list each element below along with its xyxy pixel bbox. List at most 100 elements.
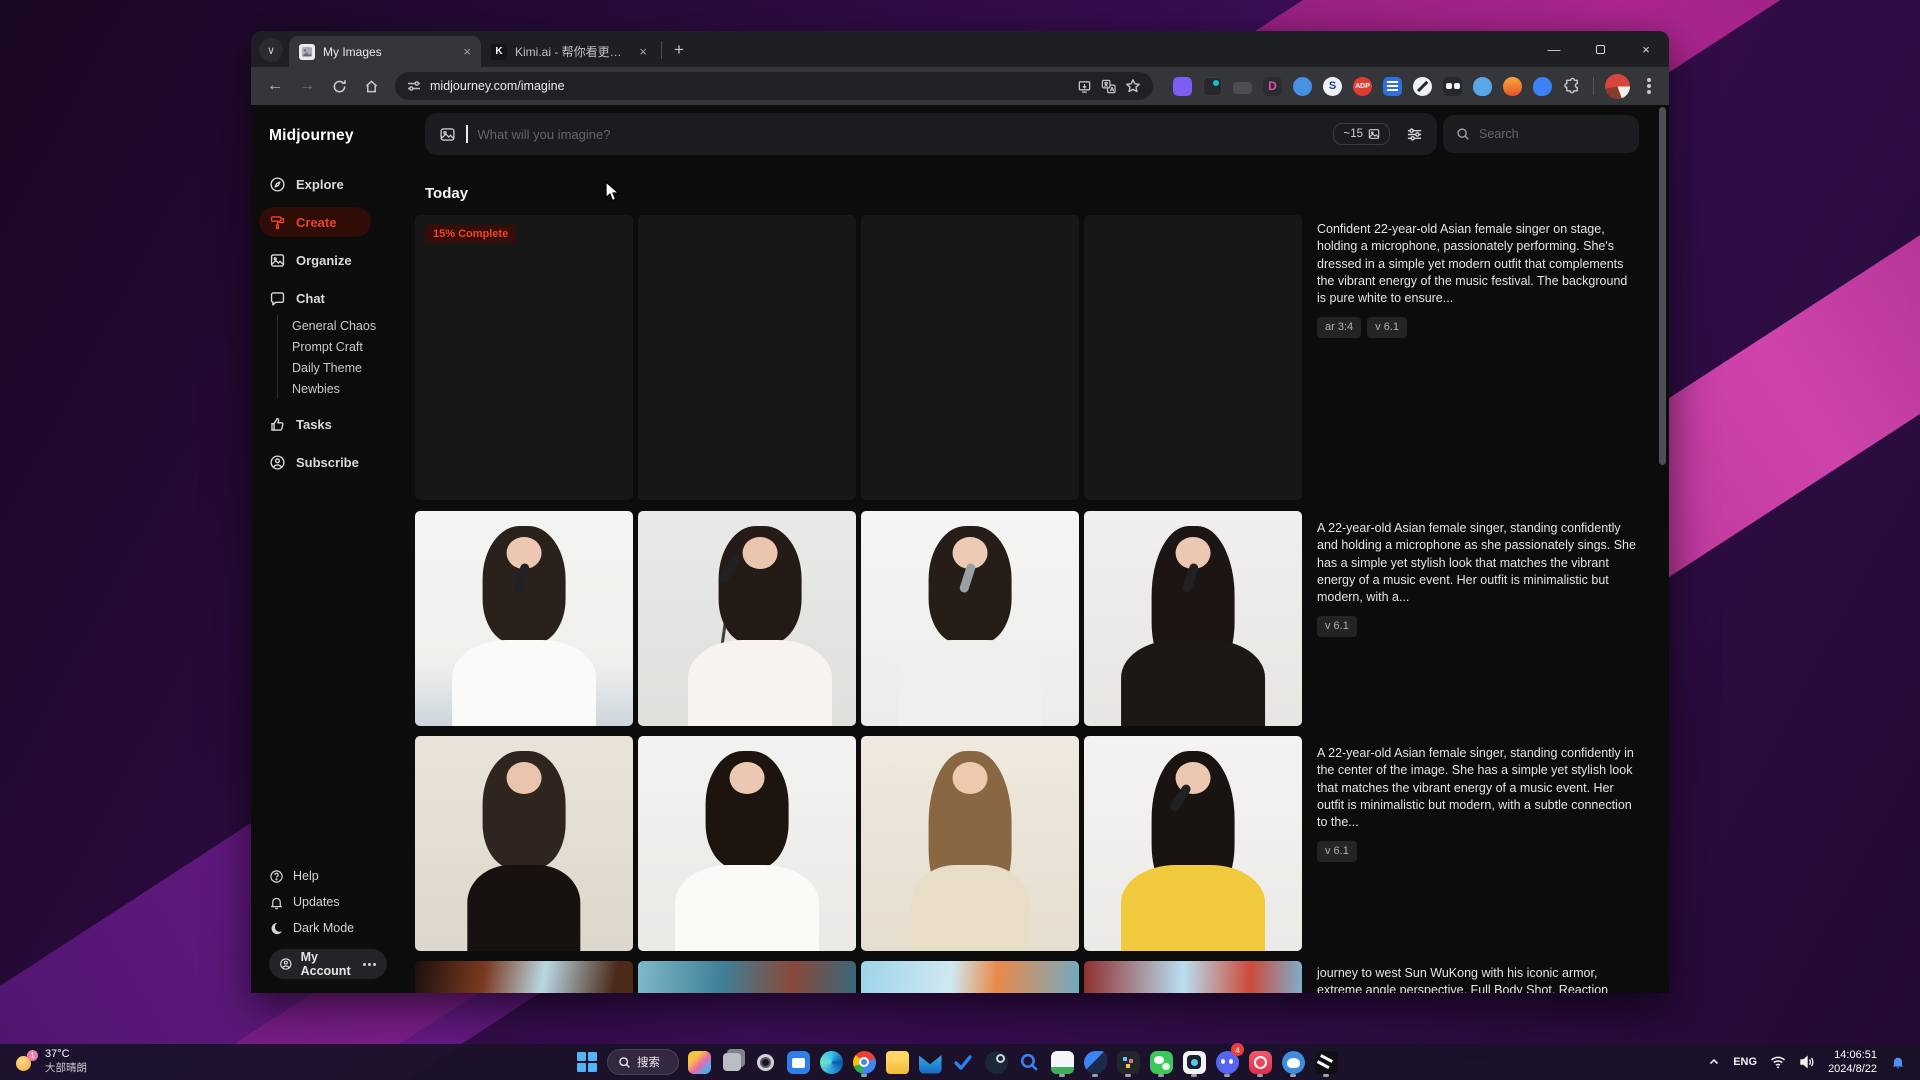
generated-image[interactable] [1084, 736, 1302, 951]
site-settings-icon[interactable] [407, 79, 421, 93]
sidebar-item-dark-mode[interactable]: Dark Mode [269, 915, 415, 941]
tab-my-images[interactable]: My Images × [289, 36, 481, 67]
my-account-button[interactable]: My Account [269, 949, 387, 979]
mail-app-icon[interactable] [917, 1047, 943, 1077]
tab-kimi[interactable]: K Kimi.ai - 帮你看更大的世界 × [481, 36, 657, 67]
chrome-app-icon[interactable] [851, 1047, 877, 1077]
sidebar-item-help[interactable]: Help [269, 863, 415, 889]
extension-icon-8[interactable] [1383, 76, 1402, 96]
todo-app-icon[interactable] [950, 1047, 976, 1077]
generated-image[interactable] [415, 511, 633, 726]
generated-image[interactable] [638, 736, 856, 951]
translate-icon[interactable] [1101, 79, 1116, 94]
extension-icon-5[interactable] [1293, 76, 1312, 96]
scrollbar-thumb[interactable] [1659, 107, 1666, 465]
music-app-icon[interactable] [1247, 1047, 1273, 1077]
profile-avatar[interactable] [1605, 73, 1630, 99]
sidebar-item-organize[interactable]: Organize [269, 245, 415, 275]
chat-channel-newbies[interactable]: Newbies [292, 378, 415, 399]
taskbar-weather-widget[interactable]: 1 37°C 大部晴朗 [14, 1048, 87, 1076]
v2ray-app-icon[interactable] [1082, 1047, 1108, 1077]
pixel-app-icon[interactable] [1115, 1047, 1141, 1077]
job-prompt-1[interactable]: Confident 22-year-old Asian female singe… [1317, 221, 1639, 339]
microsoft-store-icon[interactable] [785, 1047, 811, 1077]
edge-app-icon[interactable] [818, 1047, 844, 1077]
settings-app-icon[interactable] [752, 1047, 778, 1077]
steam-app-icon[interactable] [983, 1047, 1009, 1077]
minimize-button[interactable]: — [1531, 31, 1577, 67]
wechat-app-icon[interactable] [1148, 1047, 1174, 1077]
generated-image[interactable] [638, 961, 856, 993]
prompt-input[interactable]: What will you imagine? ~15 [425, 113, 1437, 155]
generating-image-placeholder[interactable] [1084, 215, 1302, 500]
extension-icon-11[interactable] [1473, 76, 1492, 96]
extension-icon-12[interactable] [1503, 76, 1522, 96]
notification-bell-icon[interactable] [1890, 1054, 1906, 1070]
extension-icon-6[interactable]: S [1323, 76, 1342, 96]
tray-expand-icon[interactable] [1708, 1056, 1720, 1068]
address-bar[interactable]: midjourney.com/imagine [395, 72, 1153, 100]
page-scrollbar[interactable] [1658, 105, 1667, 993]
tab-close-icon[interactable]: × [639, 44, 647, 59]
generated-image[interactable] [1084, 961, 1302, 993]
generated-image[interactable] [1084, 511, 1302, 726]
clash-app-icon[interactable] [1280, 1047, 1306, 1077]
image-prompt-icon[interactable] [439, 126, 456, 143]
task-view-icon[interactable] [719, 1047, 745, 1077]
job-prompt-3[interactable]: A 22-year-old Asian female singer, stand… [1317, 745, 1639, 863]
sidebar-item-subscribe[interactable]: Subscribe [269, 447, 415, 477]
generated-image[interactable] [638, 511, 856, 726]
taskbar-clock[interactable]: 14:06:51 2024/8/22 [1828, 1048, 1877, 1077]
tag-version[interactable]: v 6.1 [1367, 317, 1407, 339]
generated-image[interactable] [861, 511, 1079, 726]
job-prompt-4[interactable]: journey to west Sun WuKong with his icon… [1317, 965, 1639, 993]
extension-icon-7[interactable]: ADP [1353, 76, 1372, 96]
sidebar-item-create[interactable]: Create [259, 207, 371, 237]
tag-version[interactable]: v 6.1 [1317, 841, 1357, 863]
everything-search-icon[interactable] [1016, 1047, 1042, 1077]
start-button[interactable] [574, 1047, 600, 1077]
volume-icon[interactable] [1799, 1055, 1815, 1069]
bookmark-star-icon[interactable] [1125, 78, 1141, 94]
extension-icon-3[interactable] [1233, 81, 1252, 94]
back-icon[interactable]: ← [261, 72, 289, 100]
tab-search-button[interactable]: ∨ [259, 38, 283, 62]
listening-app-icon[interactable] [1181, 1047, 1207, 1077]
notes-app-icon[interactable] [1049, 1047, 1075, 1077]
close-button[interactable]: × [1623, 31, 1669, 67]
job-prompt-2[interactable]: A 22-year-old Asian female singer, stand… [1317, 520, 1639, 638]
discord-app-icon[interactable]: 4 [1214, 1043, 1244, 1077]
chat-channel-general-chaos[interactable]: General Chaos [292, 315, 415, 336]
generating-image-placeholder[interactable]: 15% Complete [415, 215, 633, 500]
sidebar-item-updates[interactable]: Updates [269, 889, 415, 915]
chat-channel-prompt-craft[interactable]: Prompt Craft [292, 336, 415, 357]
extension-icon-9[interactable] [1413, 76, 1432, 96]
widgets-app-icon[interactable] [686, 1047, 712, 1077]
generated-image[interactable] [415, 961, 633, 993]
file-explorer-icon[interactable] [884, 1047, 910, 1077]
capcut-app-icon[interactable] [1313, 1047, 1339, 1077]
extension-icon-13[interactable] [1533, 76, 1552, 96]
generated-image[interactable] [415, 736, 633, 951]
generating-image-placeholder[interactable] [861, 215, 1079, 500]
maximize-button[interactable] [1577, 31, 1623, 67]
extension-icon-1[interactable] [1173, 76, 1192, 96]
tag-aspect-ratio[interactable]: ar 3:4 [1317, 317, 1362, 339]
settings-sliders-icon[interactable] [1406, 126, 1423, 143]
browser-menu-icon[interactable] [1647, 84, 1651, 88]
image-count-pill[interactable]: ~15 [1333, 123, 1390, 145]
reload-icon[interactable] [325, 72, 353, 100]
generated-image[interactable] [861, 736, 1079, 951]
sidebar-item-chat[interactable]: Chat [269, 283, 415, 313]
tag-version[interactable]: v 6.1 [1317, 616, 1357, 638]
wifi-icon[interactable] [1770, 1055, 1786, 1069]
sidebar-item-explore[interactable]: Explore [269, 169, 415, 199]
sidebar-item-tasks[interactable]: Tasks [269, 409, 415, 439]
midjourney-logo[interactable]: Midjourney [269, 127, 415, 145]
extension-icon-4[interactable]: D [1263, 76, 1282, 96]
taskbar-search[interactable]: 搜索 [607, 1049, 679, 1075]
search-input[interactable]: Search [1443, 115, 1639, 153]
share-icon[interactable] [1077, 79, 1092, 94]
new-tab-button[interactable]: + [666, 37, 692, 63]
account-more-icon[interactable] [368, 962, 371, 966]
